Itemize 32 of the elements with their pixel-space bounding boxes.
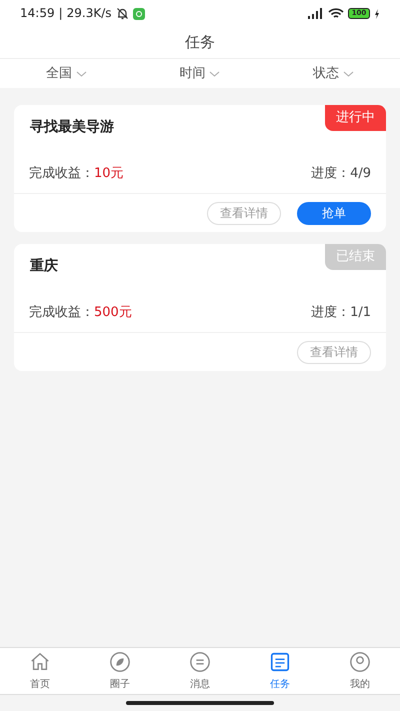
progress-label: 进度： xyxy=(311,305,350,320)
network-speed: 29.3K/s xyxy=(66,5,112,22)
grab-order-button[interactable]: 抢单 xyxy=(297,202,371,224)
chevron-down-icon xyxy=(342,70,354,76)
status-time: 14:59 xyxy=(20,5,55,22)
chevron-down-icon xyxy=(209,70,220,76)
status-tag: 进行中 xyxy=(325,105,386,130)
home-icon xyxy=(29,650,51,672)
tab-item[interactable]: 消息 xyxy=(160,648,240,694)
compass-icon xyxy=(109,650,131,672)
reward-label: 完成收益： xyxy=(29,166,94,182)
tab-item[interactable]: 圈子 xyxy=(80,648,160,694)
reward-amount: 500元 xyxy=(94,305,132,320)
document-icon xyxy=(269,650,291,672)
user-icon xyxy=(349,650,371,672)
filter-dropdown[interactable]: 全国 xyxy=(46,64,88,84)
filter-dropdown[interactable]: 时间 xyxy=(179,64,220,84)
progress-label: 进度： xyxy=(311,166,350,182)
tab-item[interactable]: 我的 xyxy=(320,648,400,694)
status-divider: | xyxy=(58,5,63,22)
progress-value: 4/9 xyxy=(350,166,371,182)
message-icon xyxy=(189,650,211,672)
task-title: 重庆 xyxy=(29,256,59,276)
reward-amount: 10元 xyxy=(94,166,124,182)
reward-label: 完成收益： xyxy=(29,305,94,320)
tab-item[interactable]: 首页 xyxy=(0,648,80,694)
filter-dropdown[interactable]: 状态 xyxy=(312,64,354,84)
progress-value: 1/1 xyxy=(350,305,371,320)
chevron-down-icon xyxy=(76,70,88,76)
tab-item[interactable]: 任务 xyxy=(240,648,320,694)
task-title: 寻找最美导游 xyxy=(29,118,115,137)
page-title: 任务 xyxy=(185,32,215,53)
